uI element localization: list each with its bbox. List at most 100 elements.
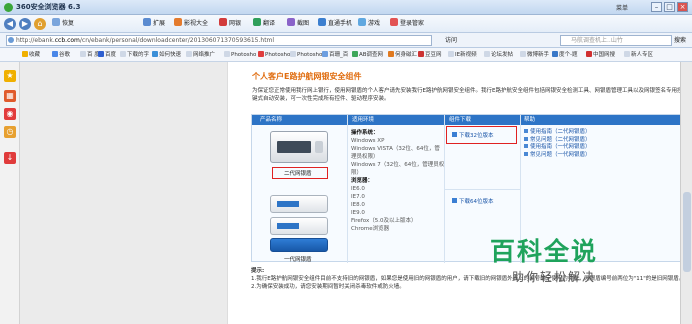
clock-icon[interactable]: ◷ [4,126,16,138]
toolbar-bank[interactable]: 网银 [219,18,241,30]
browser-item: IE9.0 [351,210,365,216]
browser-item: IE6.0 [351,186,365,192]
page-icon [80,51,86,57]
page-icon [258,51,264,57]
favorite-item[interactable]: 豆豆网 [418,50,442,60]
favorite-item[interactable]: 度个-题 [552,50,578,60]
bank-icon [219,18,227,26]
os-item: Windows VISTA（32位、64位，管理员权限） [351,146,440,160]
toolbar-games[interactable]: 游戏 [358,18,380,30]
help-link[interactable]: 使用指南（一代网银盾） [524,144,591,152]
vertical-scrollbar[interactable] [680,62,692,324]
doc-icon [524,136,528,141]
page-title: 个人客户E路护航网银安全组件 [252,72,362,81]
gen1-label: 一代网银盾 [284,257,312,263]
address-bar-row: http://ebank.ccb.com/cn/ebank/personal/d… [0,33,692,48]
favorite-item[interactable]: 微博新手 [520,50,549,60]
window-title: 360安全浏览器 6.3 [16,3,81,11]
close-button[interactable]: × [677,2,688,12]
page-icon [388,51,394,57]
watermark-subtitle: 助你轻松解决 [512,270,597,284]
title-bar: 360安全浏览器 6.3 菜单 – □ × [0,0,692,15]
toolbar-translate[interactable]: 翻译 [253,18,275,30]
minimize-button[interactable]: – [651,2,662,12]
left-sidebar: ★ ▦ ◉ ◷ ↓ [0,62,20,324]
favorite-item[interactable]: 网络推广 [186,50,215,60]
help-link[interactable]: 常见问题（一代网银盾） [524,151,591,160]
page-icon [624,51,630,57]
scissors-icon [287,18,295,26]
translate-icon [253,18,261,26]
favorite-item[interactable]: Photosho [224,50,256,60]
gen2-label: 二代网银盾 [284,171,312,177]
search-input[interactable]: 马航调查机上..山竹 [560,35,672,46]
toolbar-screenshot[interactable]: 截图 [287,18,309,30]
page-globe-icon [8,37,14,43]
favorite-item[interactable]: Photosho [290,50,322,60]
favorite-item[interactable]: IE新视频 [448,50,477,60]
favorite-item[interactable]: AB调查网 [352,50,383,60]
table-header: 产品名称 适用环境 组件下载 帮助 [252,115,692,125]
page-icon [586,51,592,57]
browser-item: Firefox（5.0及以上版本） [351,218,417,224]
favorite-item[interactable]: 中国网搜 [586,50,615,60]
toolbar-phone[interactable]: 直通手机 [318,18,352,30]
maximize-button[interactable]: □ [664,2,675,12]
download-32bit-link[interactable]: 下载32位版本 [452,131,494,139]
toolbar-restore[interactable]: 恢复 [52,18,74,30]
url-input[interactable]: http://ebank.ccb.com/cn/ebank/personal/d… [6,35,432,46]
favorite-item[interactable]: 下载的字 [120,50,149,60]
favorites-menu[interactable]: 收藏 [22,50,40,60]
search-button[interactable]: 搜索 [674,35,686,46]
home-button[interactable]: ⌂ [34,18,46,30]
toolbar-video[interactable]: 影视大全 [174,18,208,30]
menu-button[interactable]: 菜单 [616,3,628,12]
favorite-item[interactable]: 谷歌 [52,50,70,60]
page-icon [418,51,424,57]
favorite-item[interactable]: Photosho [258,50,290,60]
favorite-item[interactable]: 百度 [98,50,116,60]
phone-icon [318,18,326,26]
gen1-usbkey-grey-image [270,217,328,235]
row-divider [444,189,520,190]
col-header-download: 组件下载 [449,117,472,123]
gen2-screen [277,141,311,153]
forward-button[interactable]: ▶ [19,18,31,30]
favorite-item[interactable]: 百珊_百 [322,50,348,60]
gen1-logo-stripe [277,201,299,207]
gen1-usbkey-white-image [270,195,328,213]
favorite-item[interactable]: 论坛发帖 [484,50,513,60]
os-requirements: 操作系统： Windows XP Windows VISTA（32位、64位，管… [351,129,445,233]
favorite-item[interactable]: 何身磁汇 [388,50,417,60]
browser-item: IE8.0 [351,202,365,208]
calendar-icon[interactable]: ▦ [4,90,16,102]
os-item: Windows XP [351,138,385,144]
scrollbar-thumb[interactable] [683,192,691,272]
page-icon [290,51,296,57]
back-button[interactable]: ◀ [4,18,16,30]
gen2-button [315,141,323,153]
help-link[interactable]: 常见问题（二代网银盾） [524,136,591,145]
browser-window: 360安全浏览器 6.3 菜单 – □ × ◀ ▶ ⌂ 恢复 扩展 影视大全 网… [0,0,692,324]
visit-button[interactable]: 访问 [445,35,457,46]
star-icon[interactable]: ★ [4,70,16,82]
download-64bit-link[interactable]: 下载64位版本 [452,197,494,205]
page-icon [552,51,558,57]
gamepad-icon [358,18,366,26]
favorite-item[interactable]: 百 度 [80,50,100,60]
toolbar-login[interactable]: 登录管家 [390,18,424,30]
favorite-item[interactable]: 新人专区 [624,50,653,60]
download-icon[interactable]: ↓ [4,152,16,164]
favorite-item[interactable]: 如何快速 [152,50,181,60]
page-icon [224,51,230,57]
watermark-title: 百科全说 [490,237,599,266]
star-icon [22,51,28,57]
doc-icon [524,151,528,156]
toolbar-extensions[interactable]: 扩展 [143,18,165,30]
help-link[interactable]: 使用指南（二代网银盾） [524,129,591,137]
page-icon [120,51,126,57]
os-label: 操作系统： [351,130,379,136]
weibo-icon[interactable]: ◉ [4,108,16,120]
main-toolbar: ◀ ▶ ⌂ 恢复 扩展 影视大全 网银 翻译 截图 直通手机 游戏 登录管家 [0,15,692,33]
browser-item: Chrome浏览器 [351,226,390,232]
